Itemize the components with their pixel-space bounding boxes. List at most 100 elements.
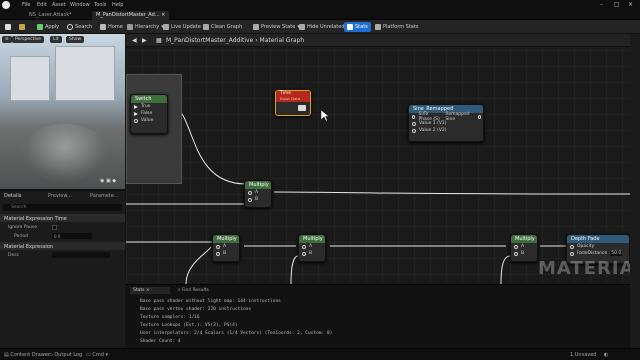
pin-label: B	[255, 197, 259, 202]
output-dot-icon[interactable]	[477, 114, 482, 119]
depth-pin-opacity[interactable]: Opacity	[567, 243, 629, 250]
breadcrumb-graph[interactable]: Material Graph	[260, 37, 305, 44]
multiply-node[interactable]: Multiply A B	[510, 234, 538, 262]
multiply-pin-b[interactable]: B	[511, 250, 537, 257]
material-graph-canvas[interactable]: Switch True False Value Time Input Data …	[126, 34, 630, 284]
clean-icon	[203, 24, 209, 30]
pin-label: FadeDistance	[577, 251, 608, 256]
save-button[interactable]	[2, 22, 14, 32]
stat-line: Shader Count: 4	[140, 339, 181, 344]
menu-file[interactable]: File	[22, 2, 30, 8]
clean-graph-label: Clean Graph	[211, 24, 243, 30]
content-drawer-label: Content Drawer	[10, 352, 50, 358]
switch-pin-false[interactable]: False	[131, 110, 167, 117]
wire	[185, 246, 212, 284]
period-field[interactable]: 0.0	[52, 233, 92, 239]
switch-node[interactable]: Switch True False Value	[130, 94, 168, 134]
breadcrumb-material[interactable]: M_PanDistortMaster_Additive	[166, 37, 253, 44]
sine-pin-phase[interactable]: Sine Phase (S) Remapped Sine	[409, 112, 483, 122]
menu-help[interactable]: Help	[112, 2, 123, 8]
fade-distance-field[interactable]: 50.0	[610, 251, 623, 256]
stats-tab[interactable]: Stats ×	[130, 287, 170, 294]
section-expression[interactable]: Material Expression	[0, 242, 125, 250]
menu-window[interactable]: Window	[70, 2, 90, 8]
unsaved-indicator[interactable]: 1 Unsaved	[570, 352, 596, 358]
home-button[interactable]: Home	[97, 22, 126, 32]
search-button[interactable]: Search	[64, 22, 95, 32]
apply-button[interactable]: Apply	[34, 22, 62, 32]
wire	[500, 255, 511, 284]
cmd-button[interactable]: ▭ Cmd ▾	[86, 352, 108, 358]
multiply-pin-b[interactable]: B	[299, 250, 325, 257]
menu-tools[interactable]: Tools	[94, 2, 106, 8]
sine-pin-v2[interactable]: Value 2 (V2)	[409, 127, 483, 134]
multiply-title: Multiply	[245, 181, 271, 189]
multiply-pin-a[interactable]: A	[213, 243, 239, 250]
forward-arrow-icon[interactable]: ▶	[142, 37, 147, 44]
multiply-pin-b[interactable]: B	[245, 196, 271, 203]
pin-dot-icon	[216, 244, 220, 249]
tab-preview[interactable]: Preview...	[48, 193, 72, 199]
tab-details[interactable]: Details	[4, 193, 21, 199]
palette-side-tab[interactable]	[630, 34, 640, 348]
details-panel: Details Preview... Paramete... Search Ma…	[0, 190, 125, 348]
multiply-node[interactable]: Multiply A B	[298, 234, 326, 262]
tab-material[interactable]: M_PanDistortMaster_Ad... ×	[92, 11, 170, 20]
multiply-node[interactable]: Multiply A B	[244, 180, 272, 208]
perspective-button[interactable]: Perspective	[12, 36, 45, 43]
menu-asset[interactable]: Asset	[52, 2, 66, 8]
search-icon	[67, 24, 73, 30]
tab-label: NS_Laser.Attack*	[29, 12, 72, 18]
breadcrumb: M_PanDistortMaster_Additive › Material G…	[166, 37, 305, 44]
switch-pin-true[interactable]: True	[131, 103, 167, 110]
stats-tab-label: Stats	[133, 288, 145, 293]
pin-label: A	[521, 244, 525, 249]
pin-dot-icon	[412, 121, 416, 126]
depth-pin-fade[interactable]: FadeDistance 50.0	[567, 250, 629, 257]
stat-line: Base pass shader without light map: 144 …	[140, 299, 281, 304]
browse-button[interactable]	[16, 22, 28, 32]
multiply-pin-a[interactable]: A	[511, 243, 537, 250]
viewport-menu-button[interactable]: ≡	[2, 36, 12, 43]
preview-viewport[interactable]: ≡ Perspective Lit Show ◉ ▣ ◆	[0, 34, 125, 189]
time-node[interactable]: Time Input Data	[275, 90, 311, 116]
pin-label: B	[223, 251, 227, 256]
viewport-shape-icons[interactable]: ◉ ▣ ◆	[100, 178, 116, 184]
multiply-node[interactable]: Multiply A B	[212, 234, 240, 262]
multiply-pin-b[interactable]: B	[213, 250, 239, 257]
clean-graph-button[interactable]: Clean Graph	[200, 22, 245, 32]
source-control-button[interactable]: ◐	[604, 352, 608, 358]
pin-dot-icon	[302, 244, 306, 249]
section-expression-time[interactable]: Material Expression Time	[0, 214, 125, 222]
output-pin-icon[interactable]	[298, 105, 306, 111]
multiply-pin-a[interactable]: A	[299, 243, 325, 250]
menu-edit[interactable]: Edit	[37, 2, 47, 8]
desc-field[interactable]	[52, 252, 110, 258]
maximize-icon[interactable]: □	[614, 1, 620, 8]
pin-label: Value 1 (V1)	[419, 121, 447, 126]
ignore-pause-checkbox[interactable]	[52, 225, 57, 230]
apply-label: Apply	[45, 24, 60, 30]
switch-pin-value[interactable]: Value	[131, 117, 167, 124]
lit-button[interactable]: Lit	[50, 36, 62, 43]
find-results-tab[interactable]: ⌕ Find Results	[178, 287, 209, 293]
back-arrow-icon[interactable]: ◀	[132, 37, 137, 44]
output-log-button[interactable]: ▭ Output Log	[48, 352, 82, 358]
details-search-input[interactable]: Search	[3, 204, 122, 211]
close-icon[interactable]: ×	[628, 1, 633, 8]
wire	[273, 191, 630, 195]
tab-parameters[interactable]: Paramete...	[90, 193, 119, 199]
content-drawer-button[interactable]: ▤ Content Drawer	[4, 352, 50, 358]
stats-button[interactable]: Stats	[344, 22, 371, 32]
close-tab-icon[interactable]: ×	[161, 12, 165, 18]
minimize-icon[interactable]: –	[600, 1, 603, 8]
sine-remapped-node[interactable]: Sine_Remapped Sine Phase (S) Remapped Sin…	[408, 104, 484, 142]
stat-line: User interpolators: 2/4 Scalars (1/4 Vec…	[140, 331, 333, 336]
multiply-pin-a[interactable]: A	[245, 189, 271, 196]
show-button[interactable]: Show	[66, 36, 85, 43]
preview-state-button[interactable]: Preview State ▾	[250, 22, 303, 32]
hide-unrelated-button[interactable]: Hide Unrelated	[296, 22, 348, 32]
graph-wires	[126, 105, 630, 284]
tab-ns-laser[interactable]: NS_Laser.Attack*	[25, 11, 76, 20]
platform-stats-button[interactable]: Platform Stats	[372, 22, 421, 32]
